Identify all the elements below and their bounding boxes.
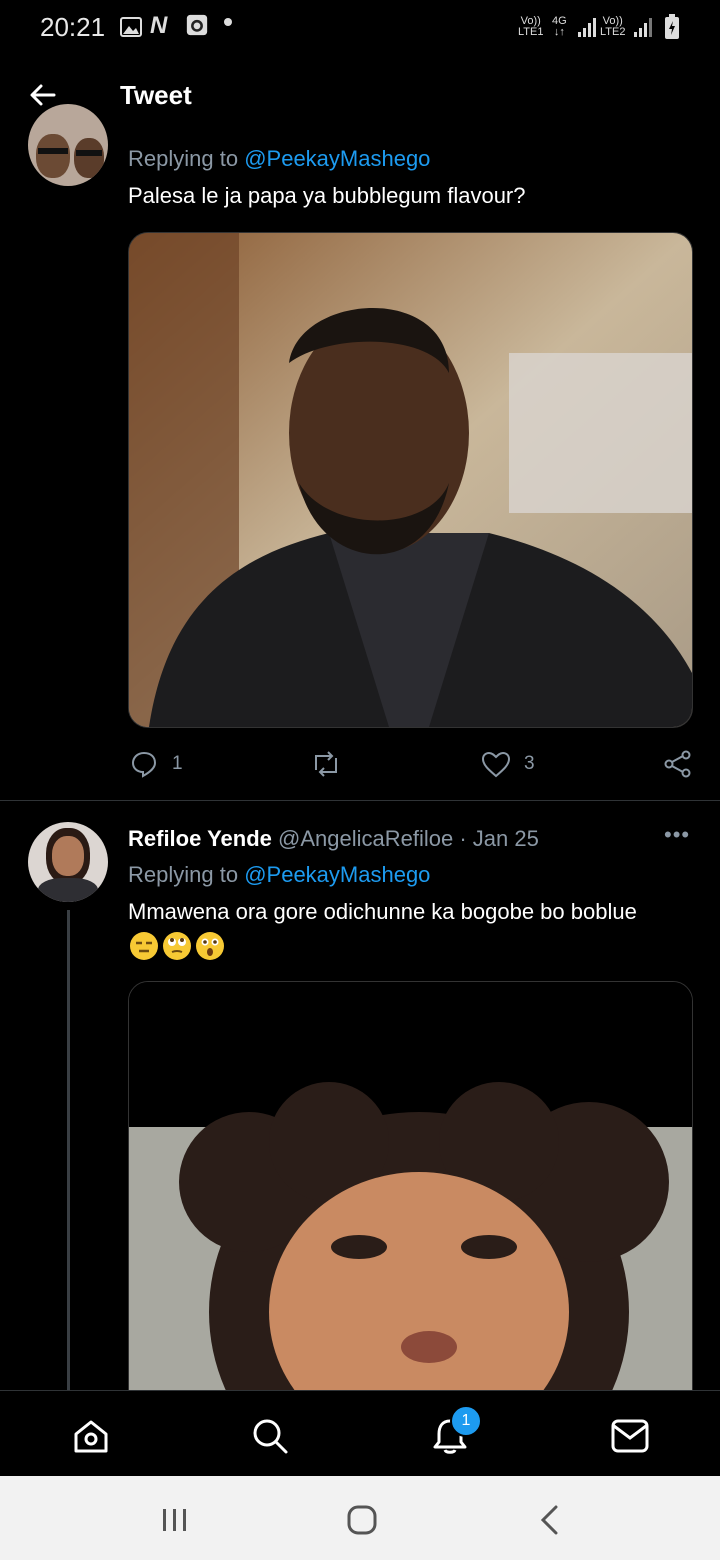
sim1-lte: LTE1 [518, 26, 544, 38]
tweet2-photo [129, 982, 692, 1412]
signal1-icon [578, 18, 596, 37]
tweet2-author-handle[interactable]: @AngelicaRefiloe [278, 826, 453, 851]
tweet-divider [0, 800, 720, 801]
tweet1-photo [129, 233, 692, 727]
alarm-icon [186, 14, 208, 36]
home-button-icon[interactable] [346, 1504, 378, 1536]
signal2-icon [634, 18, 652, 37]
battery-icon [665, 14, 679, 39]
tweet2-image[interactable] [128, 981, 693, 1413]
recent-apps-icon[interactable] [160, 1506, 190, 1534]
reply-icon[interactable] [130, 750, 158, 778]
tweet2-text: Mmawena ora gore odichunne ka bogobe bo … [128, 899, 637, 924]
expressionless-face-emoji [130, 932, 158, 960]
replying-prefix: Replying to [128, 146, 239, 171]
tweet2-separator: · [459, 826, 467, 851]
dot-icon [224, 18, 232, 26]
tweet2-avatar[interactable] [28, 822, 108, 902]
like-icon[interactable] [481, 751, 511, 778]
tweet2-header: Refiloe Yende @AngelicaRefiloe · Jan 25 [128, 826, 539, 852]
replying-handle-link[interactable]: @PeekayMashego [244, 146, 430, 171]
gallery-icon [120, 17, 142, 37]
messages-envelope-icon[interactable] [611, 1419, 649, 1453]
replying-handle-link[interactable]: @PeekayMashego [244, 862, 430, 887]
status-bar: 20:21 N Vo)) LTE1 4G ↓↑ Vo)) LTE2 [0, 0, 720, 56]
tweet1-avatar[interactable] [28, 104, 108, 186]
share-icon[interactable] [664, 750, 692, 778]
eye-roll-emoji [163, 932, 191, 960]
updown-arrows-icon: ↓↑ [553, 26, 565, 38]
home-icon[interactable] [72, 1417, 110, 1455]
notification-badge: 1 [450, 1405, 482, 1437]
astonished-face-emoji [196, 932, 224, 960]
like-count: 3 [524, 753, 535, 774]
n-app-icon: N [150, 12, 168, 39]
more-options-icon[interactable]: ••• [664, 822, 690, 848]
search-icon[interactable] [251, 1417, 289, 1455]
tweet2-author-name[interactable]: Refiloe Yende [128, 826, 272, 851]
sim1-label: Vo)) LTE1 [518, 16, 543, 38]
retweet-icon[interactable] [310, 750, 342, 778]
top-header [0, 56, 720, 140]
page-title: Tweet [120, 80, 192, 110]
sim2-label: Vo)) LTE2 [600, 16, 625, 38]
network-type: 4G ↓↑ [552, 16, 567, 38]
system-navigation-bar [0, 1476, 720, 1560]
thread-line [67, 910, 70, 1390]
tweet1-image[interactable] [128, 232, 693, 728]
bottom-nav: 1 [0, 1390, 720, 1477]
status-time: 20:21 [40, 12, 106, 42]
reply-count: 1 [172, 753, 183, 774]
sim2-lte: LTE2 [600, 26, 626, 38]
tweet1-text: Palesa le ja papa ya bubblegum flavour? [128, 183, 526, 208]
tweet2-date[interactable]: Jan 25 [473, 826, 539, 851]
replying-prefix: Replying to [128, 862, 239, 887]
tweet1-replying-to: Replying to @PeekayMashego [128, 146, 430, 172]
back-button-icon[interactable] [538, 1504, 562, 1536]
tweet2-replying-to: Replying to @PeekayMashego [128, 862, 430, 888]
